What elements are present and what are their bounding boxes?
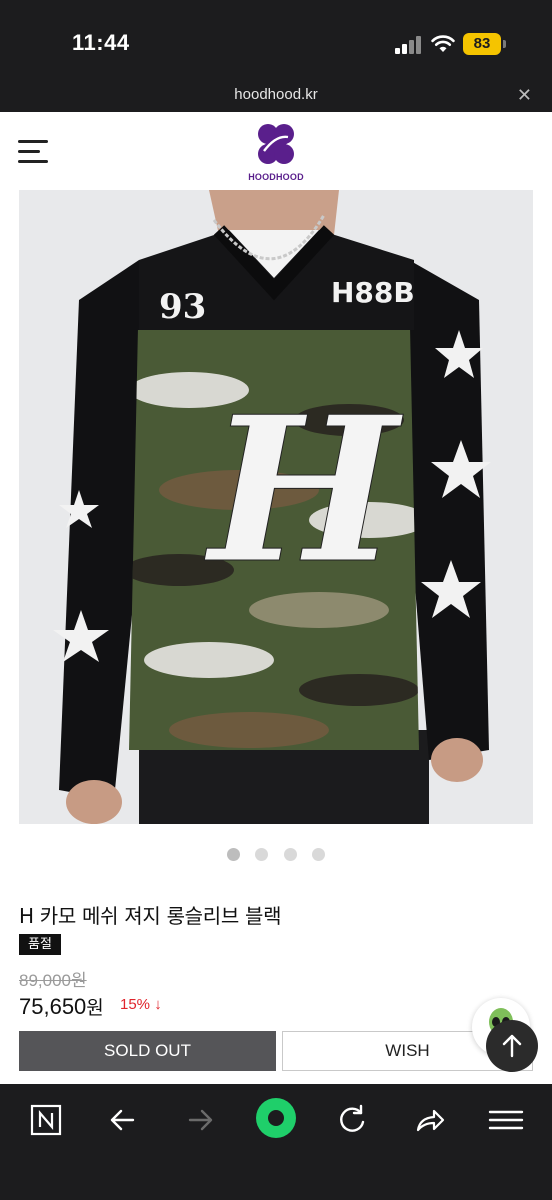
naver-home-icon[interactable] xyxy=(24,1098,68,1142)
svg-text:93: 93 xyxy=(159,287,206,327)
product-image[interactable]: 93 H88B H xyxy=(19,190,533,824)
back-arrow-icon[interactable] xyxy=(101,1098,145,1142)
carousel-dots xyxy=(0,846,552,862)
logo-mark-icon xyxy=(258,124,294,164)
forward-arrow-icon[interactable] xyxy=(178,1098,222,1142)
browser-toolbar xyxy=(0,1084,552,1200)
battery-indicator: 83 xyxy=(463,33,501,55)
url-bar[interactable]: hoodhood.kr ✕ xyxy=(0,84,552,112)
soldout-button[interactable]: SOLD OUT xyxy=(19,1031,276,1071)
sale-price-value: 75,650 xyxy=(19,994,87,1019)
soldout-badge: 품절 xyxy=(19,934,61,955)
battery-tip xyxy=(503,40,506,48)
wifi-icon xyxy=(431,35,455,52)
url-text[interactable]: hoodhood.kr xyxy=(0,86,552,103)
product-photo: 93 H88B H xyxy=(19,190,533,824)
menu-icon[interactable] xyxy=(484,1098,528,1142)
discount-rate: 15% ↓ xyxy=(120,996,162,1013)
cellular-signal-icon xyxy=(395,36,423,54)
site-header: HOODHOOD xyxy=(0,112,552,190)
share-icon[interactable] xyxy=(408,1098,452,1142)
product-title: H 카모 메쉬 져지 롱슬리브 블랙 xyxy=(19,904,282,928)
sale-price: 75,650원 xyxy=(19,993,104,1020)
green-home-icon[interactable] xyxy=(252,1094,300,1142)
close-icon[interactable]: ✕ xyxy=(517,85,532,106)
carousel-dot[interactable] xyxy=(311,848,325,861)
hamburger-menu-icon[interactable] xyxy=(18,140,50,164)
svg-text:H88B: H88B xyxy=(331,276,415,309)
svg-text:H: H xyxy=(204,373,404,608)
refresh-icon[interactable] xyxy=(330,1098,374,1142)
carousel-dot[interactable] xyxy=(255,848,269,861)
original-price: 89,000원 xyxy=(19,971,87,990)
sale-price-currency: 원 xyxy=(86,997,104,1019)
status-bar: 11:44 83 xyxy=(0,0,552,84)
carousel-dot[interactable] xyxy=(227,848,241,861)
site-logo[interactable]: HOODHOOD xyxy=(246,120,306,184)
arrow-up-icon[interactable] xyxy=(486,1020,538,1072)
carousel-dot[interactable] xyxy=(283,848,297,861)
status-time: 11:44 xyxy=(72,30,130,55)
logo-text: HOODHOOD xyxy=(248,172,304,182)
